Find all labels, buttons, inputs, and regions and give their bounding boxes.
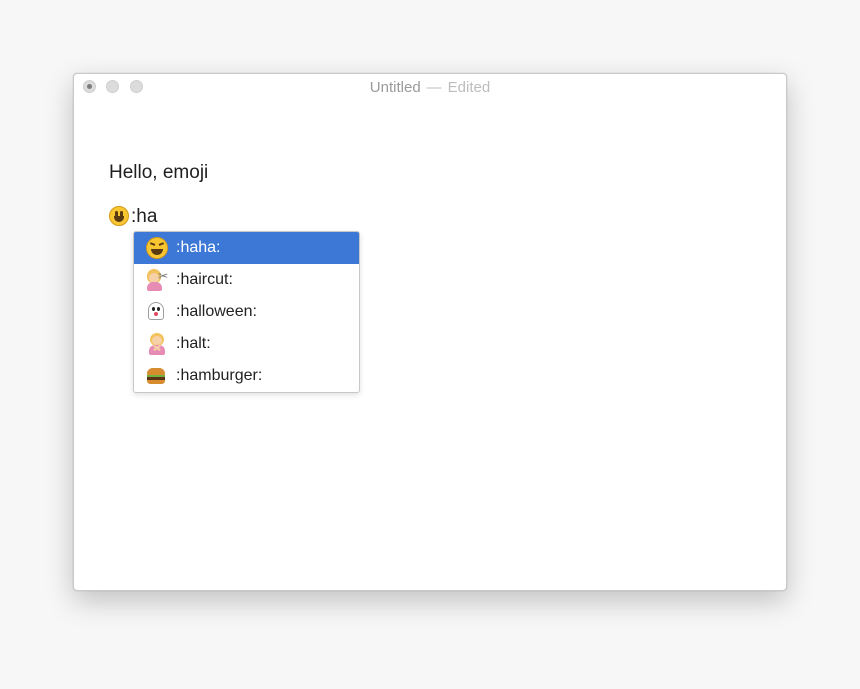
ghost-icon: [146, 301, 168, 323]
autocomplete-item-hamburger[interactable]: :hamburger:: [134, 360, 359, 392]
editor-line[interactable]: Hello, emoji: [109, 162, 208, 184]
autocomplete-item-label: :halt:: [176, 335, 211, 352]
autocomplete-item-halloween[interactable]: :halloween:: [134, 296, 359, 328]
document-name: Untitled: [369, 79, 421, 96]
edited-status: Edited: [447, 79, 491, 96]
title-bar[interactable]: Untitled — Edited: [74, 74, 786, 102]
autocomplete-item-haircut[interactable]: ✂ :haircut:: [134, 264, 359, 296]
laughing-face-icon: [146, 237, 168, 259]
hamburger-icon: [146, 365, 168, 387]
editor-line[interactable]: :ha: [109, 206, 157, 228]
autocomplete-item-halt[interactable]: :halt:: [134, 328, 359, 360]
haircut-icon: ✂: [146, 269, 168, 291]
typed-query: :ha: [131, 206, 158, 227]
smiley-icon: [109, 206, 131, 228]
window-title: Untitled — Edited: [74, 79, 786, 96]
autocomplete-item-haha[interactable]: :haha:: [134, 232, 359, 264]
autocomplete-item-label: :halloween:: [176, 303, 257, 320]
autocomplete-item-label: :haircut:: [176, 271, 233, 288]
autocomplete-item-label: :haha:: [176, 239, 221, 256]
title-separator: —: [426, 79, 442, 96]
halt-gesture-icon: [146, 333, 168, 355]
autocomplete-item-label: :hamburger:: [176, 367, 263, 384]
emoji-autocomplete-popup: :haha: ✂ :haircut: :halloween: :halt: :h…: [133, 231, 360, 393]
